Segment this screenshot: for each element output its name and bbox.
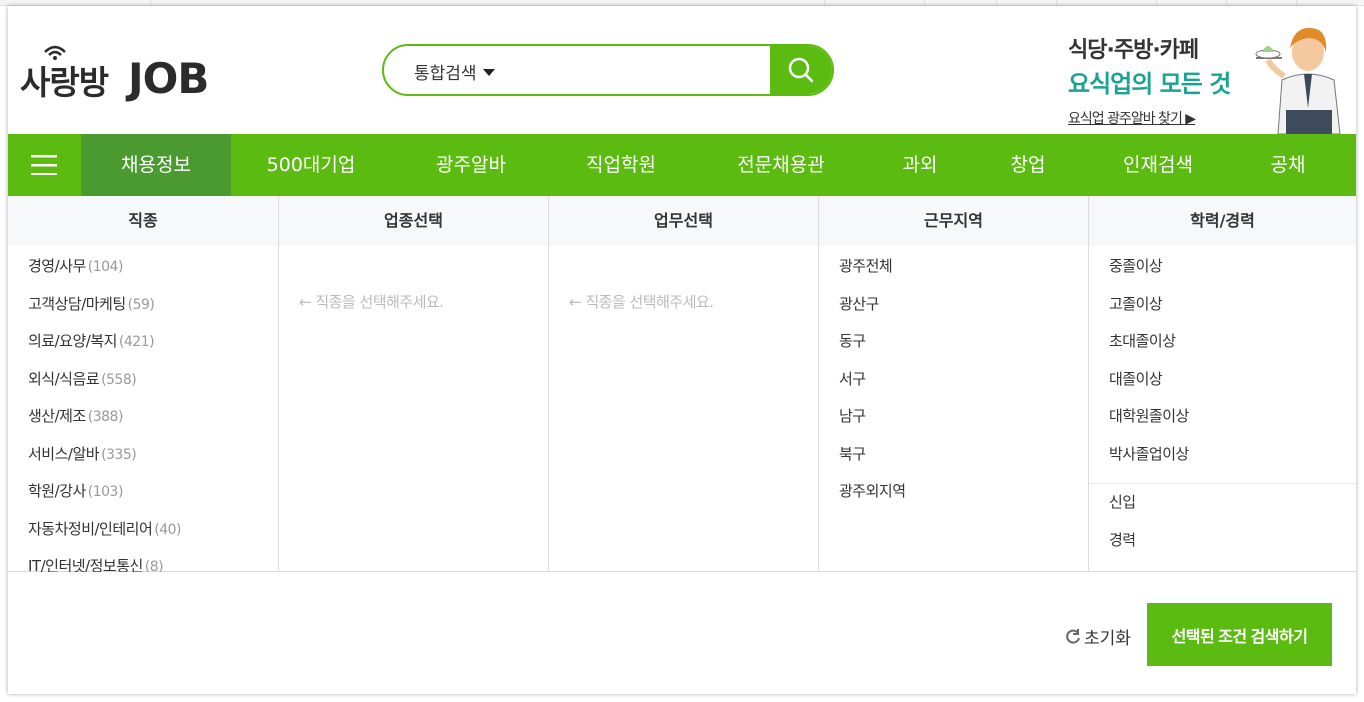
list-item[interactable]: 동구 xyxy=(839,329,1088,367)
job-type-list-scroll[interactable]: 경영/사무 (104) 고객상담/마케팅 (59) 의료/요양/복지 (421) 외식… xyxy=(8,246,278,572)
list-item[interactable]: 외식/식음료 (558) xyxy=(28,367,278,405)
nav-item-pro-hiring[interactable]: 전문채용관 xyxy=(711,134,851,196)
region-header: 근무지역 xyxy=(819,196,1088,246)
list-item[interactable]: 경영/사무 (104) xyxy=(28,254,278,292)
search-bar: 통합검색 xyxy=(382,44,834,96)
job-type-header: 직종 xyxy=(8,196,278,246)
job-type-count: (103) xyxy=(87,484,124,500)
list-item[interactable]: 박사졸업이상 xyxy=(1109,442,1356,480)
job-type-count: (40) xyxy=(154,521,182,538)
filter-panel: 직종 경영/사무 (104) 고객상담/마케팅 (59) 의료/요양/복지 (421)… xyxy=(8,196,1356,572)
nav-item-tutoring[interactable]: 과외 xyxy=(880,134,960,196)
job-type-count: (8) xyxy=(144,559,164,572)
banner-line1: 식당·주방·카페 xyxy=(1068,38,1199,63)
menu-icon xyxy=(31,155,57,175)
search-type-select[interactable]: 통합검색 xyxy=(414,59,495,84)
job-type-label: 고객상담/마케팅 xyxy=(28,294,126,313)
list-item[interactable]: 대졸이상 xyxy=(1109,367,1356,405)
education-column: 학력/경력 중졸이상 고졸이상 초대졸이상 대졸이상 대학원졸이상 박사졸업이상… xyxy=(1089,196,1356,572)
reset-label: 초기화 xyxy=(1084,629,1131,649)
industry-header: 업종선택 xyxy=(279,196,548,246)
banner-line2: 요식업의 모든 것 xyxy=(1068,70,1231,98)
logo-job-text: JOB xyxy=(128,54,209,103)
job-type-count: (104) xyxy=(87,259,124,275)
list-item[interactable]: 고객상담/마케팅 (59) xyxy=(28,292,278,330)
job-type-count: (558) xyxy=(101,371,137,388)
job-type-count: (421) xyxy=(118,334,155,350)
nav-item-academy[interactable]: 직업학원 xyxy=(561,134,681,196)
industry-hint: ← 직종을 선택해주세요. xyxy=(299,293,444,311)
list-item[interactable]: 경력 xyxy=(1109,528,1356,566)
caret-down-icon xyxy=(482,69,495,76)
list-item[interactable]: 신입 xyxy=(1109,490,1356,528)
nav-item-talent-search[interactable]: 인재검색 xyxy=(1098,134,1218,196)
job-type-label: 자동차정비/인테리어 xyxy=(28,519,153,538)
job-type-label: 학원/강사 xyxy=(28,482,86,500)
list-item[interactable]: 서비스/알바 (335) xyxy=(28,442,278,480)
search-input[interactable] xyxy=(514,54,764,88)
list-item[interactable]: 생산/제조 (388) xyxy=(28,404,278,442)
nav-item-jobs[interactable]: 채용정보 xyxy=(81,134,231,196)
job-type-label: 경영/사무 xyxy=(28,257,86,275)
list-item[interactable]: 광산구 xyxy=(839,292,1088,330)
logo-text: 사랑방 xyxy=(20,63,109,102)
job-type-count: (335) xyxy=(101,446,137,463)
job-type-count: (388) xyxy=(87,409,124,425)
list-item[interactable]: 대학원졸이상 xyxy=(1109,404,1356,442)
refresh-icon xyxy=(1066,628,1080,644)
food-service-banner[interactable]: 식당·주방·카페 요식업의 모든 것 요식업 광주알바 찾기 ▶ xyxy=(1068,18,1356,134)
search-icon xyxy=(788,57,814,83)
job-type-label: 생산/제조 xyxy=(28,407,86,425)
search-conditions-button[interactable]: 선택된 조건 검색하기 xyxy=(1147,603,1332,666)
hamburger-menu-button[interactable] xyxy=(8,134,80,196)
site-logo[interactable]: 사랑방 JOB xyxy=(20,44,220,103)
list-item[interactable]: 남구 xyxy=(839,404,1088,442)
job-type-column: 직종 경영/사무 (104) 고객상담/마케팅 (59) 의료/요양/복지 (421)… xyxy=(8,196,279,572)
job-type-label: 외식/식음료 xyxy=(28,369,100,388)
list-item[interactable]: 자동차정비/인테리어 (40) xyxy=(28,517,278,555)
industry-column: 업종선택 ← 직종을 선택해주세요. xyxy=(279,196,549,572)
job-type-label: IT/인터넷/정보통신 xyxy=(28,557,143,572)
region-column: 근무지역 광주전체 광산구 동구 서구 남구 북구 광주외지역 xyxy=(819,196,1089,572)
duty-hint: ← 직종을 선택해주세요. xyxy=(569,293,714,311)
list-item[interactable]: 초대졸이상 xyxy=(1109,329,1356,367)
divider xyxy=(1089,483,1356,484)
list-item[interactable]: IT/인터넷/정보통신 (8) xyxy=(28,554,278,572)
nav-item-gwangju-alba[interactable]: 광주알바 xyxy=(411,134,531,196)
banner-link[interactable]: 요식업 광주알바 찾기 ▶ xyxy=(1068,108,1196,128)
waitress-illustration-icon xyxy=(1255,27,1341,134)
duty-header: 업무선택 xyxy=(549,196,818,246)
job-search-window: 사랑방 JOB 통합검색 식당·주방·카페 요식업의 모든 것 요식업 광주알바… xyxy=(8,6,1356,694)
search-button[interactable] xyxy=(770,46,832,94)
education-header: 학력/경력 xyxy=(1089,196,1356,246)
main-nav: 채용정보 500대기업 광주알바 직업학원 전문채용관 과외 창업 인재검색 공… xyxy=(8,134,1356,196)
header: 사랑방 JOB 통합검색 식당·주방·카페 요식업의 모든 것 요식업 광주알바… xyxy=(8,6,1356,134)
search-type-label: 통합검색 xyxy=(414,64,477,84)
job-type-count: (59) xyxy=(127,296,155,313)
nav-item-open-recruit[interactable]: 공채 xyxy=(1248,134,1328,196)
list-item[interactable]: 광주전체 xyxy=(839,254,1088,292)
list-item[interactable]: 고졸이상 xyxy=(1109,292,1356,330)
reset-button[interactable]: 초기화 xyxy=(1064,624,1131,649)
list-item[interactable]: 북구 xyxy=(839,442,1088,480)
list-item[interactable]: 서구 xyxy=(839,367,1088,405)
list-item[interactable]: 의료/요양/복지 (421) xyxy=(28,329,278,367)
list-item[interactable]: 학원/강사 (103) xyxy=(28,479,278,517)
job-type-label: 의료/요양/복지 xyxy=(28,332,117,350)
job-type-label: 서비스/알바 xyxy=(28,444,100,463)
nav-item-top500[interactable]: 500대기업 xyxy=(246,134,376,196)
nav-item-startup[interactable]: 창업 xyxy=(988,134,1068,196)
duty-column: 업무선택 ← 직종을 선택해주세요. xyxy=(549,196,819,572)
list-item[interactable]: 광주외지역 xyxy=(839,479,1088,517)
list-item[interactable]: 중졸이상 xyxy=(1109,254,1356,292)
